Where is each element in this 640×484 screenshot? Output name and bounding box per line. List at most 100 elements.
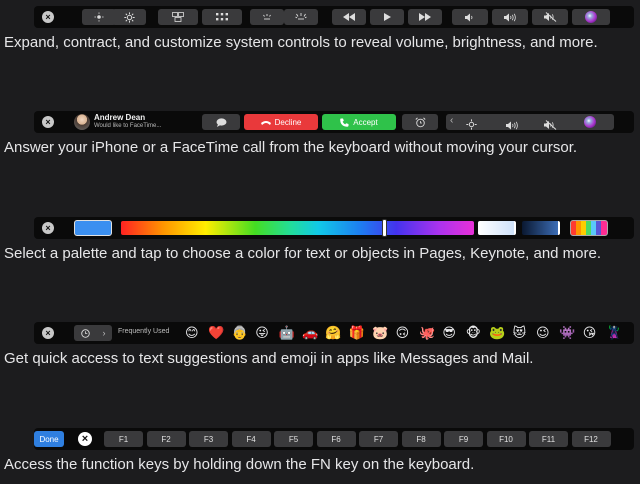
touch-bar-emoji: × › Frequently Used 😊 ❤️ 👵 😜 🤖 🚗 🤗 🎁 🐷 🙃 🐙 😎 🐵 🐸 😻 😉 👾 😘 🦹 <box>34 322 634 344</box>
keyboard-light-up-button[interactable] <box>284 9 318 25</box>
selected-color-swatch[interactable] <box>74 220 112 236</box>
mute-icon <box>544 120 557 130</box>
emoji-key[interactable]: 👾 <box>559 325 575 341</box>
function-key-f6[interactable]: F6 <box>316 431 356 447</box>
mute-button[interactable] <box>544 117 557 135</box>
accept-label: Accept <box>353 117 378 127</box>
emoji-key[interactable]: 🙃 <box>396 325 410 341</box>
keyboard-light-down-button[interactable] <box>250 9 284 25</box>
volume-down-button[interactable] <box>452 9 488 25</box>
avatar <box>74 114 90 130</box>
fast-forward-button[interactable] <box>408 9 442 25</box>
brightness-up-button[interactable] <box>112 9 146 25</box>
emoji-key[interactable]: 😊 <box>185 325 199 341</box>
decline-button[interactable]: Decline <box>244 114 318 130</box>
section-incoming-call: × Andrew Dean Would like to FaceTime... … <box>0 111 640 171</box>
volume-up-button[interactable] <box>492 9 528 25</box>
emoji-key[interactable]: 🐷 <box>372 325 388 341</box>
caller-subtitle: Would like to FaceTime... <box>94 123 162 129</box>
fast-forward-icon <box>419 13 431 21</box>
alarm-clock-icon <box>414 116 426 127</box>
emoji-key[interactable]: 🐙 <box>419 325 435 341</box>
section-system-controls: × Expand, contract, and customize system… <box>0 6 640 62</box>
function-key-f10[interactable]: F10 <box>486 431 526 447</box>
emoji-key[interactable]: ❤️ <box>208 325 224 341</box>
launchpad-button[interactable] <box>202 9 242 25</box>
function-key-f9[interactable]: F9 <box>444 431 483 447</box>
volume-button[interactable] <box>506 117 519 135</box>
siri-icon <box>585 11 597 23</box>
emoji-key[interactable]: 😜 <box>255 325 269 341</box>
emoji-key[interactable]: 🎁 <box>349 325 365 341</box>
keyboard-light-up-icon <box>295 13 307 20</box>
tint-light-swatch[interactable] <box>478 221 516 235</box>
emoji-key[interactable]: 😉 <box>536 325 550 341</box>
emoji-key[interactable]: 👵 <box>232 325 248 341</box>
caption: Access the function keys by holding down… <box>4 456 475 473</box>
emoji-category-button[interactable]: › <box>74 325 112 341</box>
volume-up-icon <box>503 13 516 21</box>
section-function-keys: Done × F1 F2 F3 F4 F5 F6 F7 F8 F9 F10 F11 F12 Acces… <box>0 428 640 484</box>
close-icon[interactable]: × <box>42 11 54 23</box>
function-key-f7[interactable]: F7 <box>359 431 398 447</box>
emoji-key[interactable]: 🤖 <box>279 325 295 341</box>
chevron-right-icon: › <box>102 328 106 338</box>
close-icon[interactable]: × <box>42 327 54 339</box>
emoji-key[interactable]: 🦹 <box>606 325 622 341</box>
siri-button[interactable] <box>572 9 610 25</box>
volume-down-icon <box>465 13 473 21</box>
message-button[interactable] <box>202 114 240 130</box>
done-button[interactable]: Done <box>34 431 64 447</box>
emoji-key[interactable]: 🤗 <box>325 325 341 341</box>
caller-name: Andrew Dean <box>94 113 146 122</box>
touch-bar-fn: Done × F1 F2 F3 F4 F5 F6 F7 F8 F9 F10 F11 F12 <box>34 428 634 450</box>
mute-icon <box>543 12 556 22</box>
emoji-key[interactable]: 😘 <box>583 325 597 341</box>
function-key-f8[interactable]: F8 <box>401 431 441 447</box>
siri-icon <box>584 116 596 128</box>
mission-control-icon <box>172 12 184 22</box>
mute-button[interactable] <box>532 9 568 25</box>
emoji-key[interactable]: 🚗 <box>302 325 318 341</box>
caption: Get quick access to text suggestions and… <box>4 350 534 367</box>
section-emoji: × › Frequently Used 😊 ❤️ 👵 😜 🤖 🚗 🤗 🎁 🐷 🙃 🐙 😎 🐵 🐸 😻 😉 👾 😘 🦹… <box>0 322 640 382</box>
function-key-f12[interactable]: F12 <box>571 431 611 447</box>
keyboard-light-down-icon <box>263 14 271 20</box>
accept-button[interactable]: Accept <box>322 114 396 130</box>
hue-slider[interactable] <box>121 221 474 235</box>
close-icon[interactable]: × <box>42 222 54 234</box>
alarm-reminder-button[interactable] <box>402 114 438 130</box>
function-key-f4[interactable]: F4 <box>231 431 271 447</box>
hue-slider-handle[interactable] <box>382 219 387 237</box>
caption: Select a palette and tap to choose a col… <box>4 245 602 262</box>
brightness-button[interactable] <box>466 117 477 135</box>
function-key-f1[interactable]: F1 <box>104 431 143 447</box>
clock-icon <box>80 328 90 338</box>
emoji-key[interactable]: 🐸 <box>489 325 505 341</box>
emoji-key[interactable]: 🐵 <box>466 325 481 341</box>
brightness-down-button[interactable] <box>82 9 116 25</box>
mission-control-button[interactable] <box>158 9 198 25</box>
close-icon[interactable]: × <box>78 432 92 446</box>
function-key-f3[interactable]: F3 <box>189 431 228 447</box>
touch-bar-system: × <box>34 6 634 28</box>
brightness-down-icon <box>94 12 104 22</box>
function-key-f2[interactable]: F2 <box>146 431 186 447</box>
section-color-picker: × Select a palette and tap to choose a c… <box>0 217 640 277</box>
function-key-f11[interactable]: F11 <box>529 431 568 447</box>
rewind-button[interactable] <box>332 9 366 25</box>
tint-dark-swatch[interactable] <box>522 221 560 235</box>
close-icon[interactable]: × <box>42 116 54 128</box>
palette-button[interactable] <box>570 220 608 236</box>
launchpad-icon <box>216 13 228 21</box>
emoji-key[interactable]: 😎 <box>442 325 456 341</box>
phone-icon <box>340 118 349 127</box>
siri-button[interactable] <box>584 116 596 128</box>
function-key-f5[interactable]: F5 <box>274 431 313 447</box>
touch-bar-color: × <box>34 217 634 239</box>
play-icon <box>384 13 391 21</box>
play-pause-button[interactable] <box>370 9 404 25</box>
brightness-icon <box>466 119 477 130</box>
emoji-key[interactable]: 😻 <box>513 325 527 341</box>
chevron-left-icon[interactable]: ‹ <box>450 115 453 126</box>
